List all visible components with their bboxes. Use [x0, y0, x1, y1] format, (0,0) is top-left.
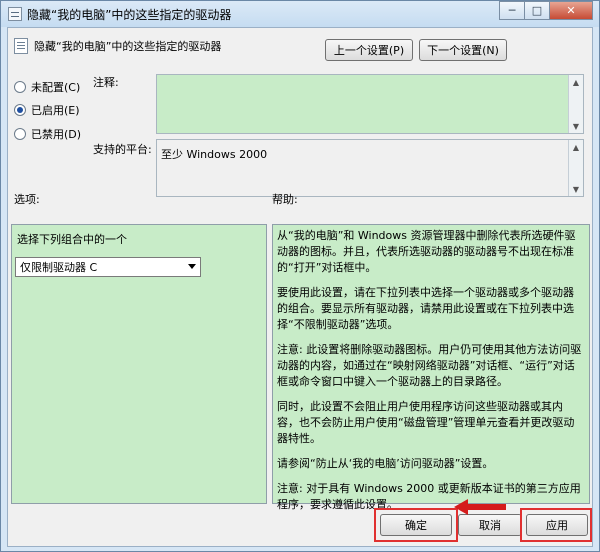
help-paragraph: 要使用此设置，请在下拉列表中选择一个驱动器或多个驱动器的组合。要显示所有驱动器，…	[277, 286, 574, 331]
next-setting-button[interactable]: 下一个设置(N)	[419, 39, 507, 61]
options-label: 选项:	[14, 193, 40, 206]
setting-icon	[14, 38, 28, 54]
dialog-window: 隐藏“我的电脑”中的这些指定的驱动器 ─ □ ✕ 隐藏“我的电脑”中的这些指定的…	[0, 0, 600, 552]
platform-scrollbar[interactable]: ▲ ▼	[568, 140, 583, 196]
help-paragraph: 请参阅“防止从‘我的电脑’访问驱动器”设置。	[277, 457, 494, 470]
radio-enabled-circle[interactable]	[14, 104, 26, 116]
chevron-down-icon	[188, 264, 196, 269]
platform-box: 至少 Windows 2000 ▲ ▼	[156, 139, 584, 197]
comment-textarea[interactable]: ▲ ▼	[156, 74, 584, 134]
cancel-button[interactable]: 取消	[458, 514, 522, 536]
radio-disabled-circle[interactable]	[14, 128, 26, 140]
radio-disabled-label: 已禁用(D)	[31, 128, 82, 141]
drive-restriction-dropdown[interactable]: 仅限制驱动器 C	[15, 257, 201, 277]
radio-enabled-label: 已启用(E)	[31, 104, 80, 117]
scroll-up-icon[interactable]: ▲	[569, 75, 583, 89]
dropdown-value: 仅限制驱动器 C	[20, 261, 98, 274]
ok-highlight	[374, 508, 458, 542]
radio-disabled[interactable]: 已禁用(D)	[14, 126, 81, 142]
platform-label: 支持的平台:	[93, 143, 152, 156]
radio-not-configured[interactable]: 未配置(C)	[14, 79, 80, 95]
window-controls: ─ □ ✕	[499, 1, 593, 20]
title-bar[interactable]: 隐藏“我的电脑”中的这些指定的驱动器 ─ □ ✕	[1, 1, 599, 27]
minimize-icon: ─	[508, 4, 516, 17]
help-label: 帮助:	[272, 193, 298, 206]
apply-highlight	[520, 508, 592, 542]
dialog-body: 隐藏“我的电脑”中的这些指定的驱动器 上一个设置(P) 下一个设置(N) 未配置…	[7, 27, 593, 547]
scroll-down-icon[interactable]: ▼	[569, 182, 583, 196]
radio-not-configured-label: 未配置(C)	[31, 81, 81, 94]
maximize-button[interactable]: □	[524, 1, 550, 20]
close-icon: ✕	[566, 4, 576, 17]
help-text: 从“我的电脑”和 Windows 资源管理器中删除代表所选硬件驱动器的图标。并且…	[277, 228, 583, 522]
close-button[interactable]: ✕	[549, 1, 593, 20]
comment-label: 注释:	[93, 76, 119, 89]
help-paragraph: 从“我的电脑”和 Windows 资源管理器中删除代表所选硬件驱动器的图标。并且…	[277, 229, 576, 274]
policy-title: 隐藏“我的电脑”中的这些指定的驱动器	[34, 40, 222, 53]
help-paragraph: 注意: 此设置将删除驱动器图标。用户仍可使用其他方法访问驱动器的内容，如通过在“…	[277, 343, 582, 388]
minimize-button[interactable]: ─	[499, 1, 525, 20]
window-title: 隐藏“我的电脑”中的这些指定的驱动器	[27, 8, 232, 22]
previous-setting-button[interactable]: 上一个设置(P)	[325, 39, 413, 61]
maximize-icon: □	[531, 4, 543, 17]
help-paragraph: 同时，此设置不会阻止用户使用程序访问这些驱动器或其内容，也不会防止用户使用“磁盘…	[277, 400, 575, 445]
radio-not-configured-circle[interactable]	[14, 81, 26, 93]
comment-scrollbar[interactable]: ▲ ▼	[568, 75, 583, 133]
combo-label: 选择下列组合中的一个	[17, 233, 127, 246]
radio-enabled[interactable]: 已启用(E)	[14, 102, 80, 118]
help-panel: 从“我的电脑”和 Windows 资源管理器中删除代表所选硬件驱动器的图标。并且…	[272, 224, 590, 511]
options-panel: 选择下列组合中的一个 仅限制驱动器 C	[11, 224, 267, 504]
scroll-up-icon[interactable]: ▲	[569, 140, 583, 154]
platform-value: 至少 Windows 2000	[161, 148, 268, 161]
arrow-icon	[454, 499, 506, 515]
scroll-down-icon[interactable]: ▼	[569, 119, 583, 133]
policy-icon	[8, 7, 22, 21]
